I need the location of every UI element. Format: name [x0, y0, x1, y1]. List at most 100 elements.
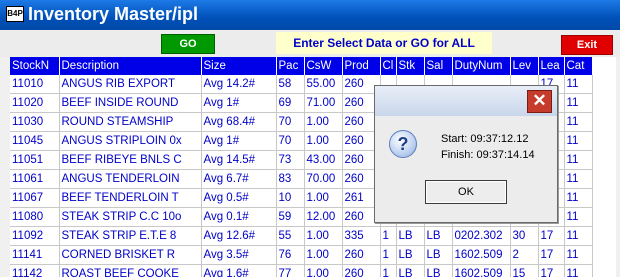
column-header-pac[interactable]: Pac — [276, 57, 305, 75]
table-cell[interactable]: 11 — [564, 226, 593, 246]
table-row[interactable]: 11141 CORNED BRISKET R Avg 3.5# 76 1.00 260 1 L… — [10, 245, 593, 265]
column-header-description[interactable]: Description — [59, 57, 202, 75]
table-cell[interactable]: 11141 — [10, 245, 60, 265]
exit-button[interactable]: Exit — [561, 35, 613, 55]
table-cell[interactable]: 58 — [276, 75, 305, 94]
table-cell[interactable]: Avg 12.6# — [201, 226, 277, 246]
table-cell[interactable]: 11045 — [10, 131, 60, 151]
table-cell[interactable]: 11 — [564, 245, 593, 265]
table-cell[interactable]: 70 — [276, 112, 305, 132]
table-cell[interactable]: 12.00 — [304, 207, 343, 227]
table-cell[interactable]: LB — [424, 245, 453, 265]
ok-button[interactable]: OK — [425, 180, 507, 204]
table-cell[interactable]: 2 — [510, 245, 539, 265]
table-cell[interactable]: 11 — [564, 264, 593, 277]
table-cell[interactable]: 11092 — [10, 226, 60, 246]
table-cell[interactable]: 30 — [510, 226, 539, 246]
table-cell[interactable]: 11 — [564, 169, 593, 189]
table-cell[interactable]: 70 — [276, 131, 305, 151]
table-cell[interactable]: 11010 — [10, 75, 60, 94]
table-cell[interactable]: STEAK STRIP C.C 10o — [59, 207, 202, 227]
table-cell[interactable]: BEEF TENDERLOIN T — [59, 188, 202, 208]
table-cell[interactable]: 17 — [538, 264, 565, 277]
table-cell[interactable]: 1.00 — [304, 245, 343, 265]
table-cell[interactable]: 1.00 — [304, 188, 343, 208]
table-cell[interactable]: 17 — [538, 245, 565, 265]
table-cell[interactable]: 11 — [564, 75, 593, 94]
table-cell[interactable]: 335 — [342, 226, 381, 246]
table-cell[interactable]: LB — [396, 245, 425, 265]
table-cell[interactable]: 260 — [342, 245, 381, 265]
table-cell[interactable]: 76 — [276, 245, 305, 265]
table-cell[interactable]: STEAK STRIP E.T.E 8 — [59, 226, 202, 246]
table-cell[interactable]: 1 — [380, 226, 397, 246]
close-button[interactable]: ✕ — [527, 90, 552, 113]
table-cell[interactable]: 17 — [538, 226, 565, 246]
table-cell[interactable]: 70.00 — [304, 169, 343, 189]
table-cell[interactable]: 11051 — [10, 150, 60, 170]
table-cell[interactable]: Avg 1# — [201, 131, 277, 151]
table-cell[interactable]: 11 — [564, 93, 593, 113]
table-row[interactable]: 11092 STEAK STRIP E.T.E 8 Avg 12.6# 55 1.00 3… — [10, 226, 593, 246]
column-header-cl[interactable]: Cl — [380, 57, 397, 75]
table-cell[interactable]: 1.00 — [304, 131, 343, 151]
table-cell[interactable]: 0202.302 — [452, 226, 511, 246]
table-cell[interactable]: ANGUS TENDERLOIN — [59, 169, 202, 189]
table-row[interactable]: 11142 ROAST BEEF COOKE Avg 1.6# 77 1.00 260 1 L… — [10, 264, 593, 277]
table-cell[interactable]: 11020 — [10, 93, 60, 113]
table-cell[interactable]: 260 — [342, 264, 381, 277]
column-header-prod[interactable]: Prod — [342, 57, 381, 75]
table-cell[interactable]: 59 — [276, 207, 305, 227]
table-cell[interactable]: 11067 — [10, 188, 60, 208]
table-cell[interactable]: 71.00 — [304, 93, 343, 113]
table-cell[interactable]: 43.00 — [304, 150, 343, 170]
table-cell[interactable]: Avg 0.5# — [201, 188, 277, 208]
table-cell[interactable]: Avg 14.2# — [201, 75, 277, 94]
column-header-stocknum[interactable]: StockN — [10, 57, 60, 75]
table-cell[interactable]: Avg 6.7# — [201, 169, 277, 189]
table-cell[interactable]: 1 — [380, 245, 397, 265]
table-cell[interactable]: ANGUS RIB EXPORT — [59, 75, 202, 94]
table-cell[interactable]: 11 — [564, 150, 593, 170]
table-cell[interactable]: 1.00 — [304, 112, 343, 132]
table-cell[interactable]: Avg 1.6# — [201, 264, 277, 277]
table-cell[interactable]: ROAST BEEF COOKE — [59, 264, 202, 277]
column-header-csw[interactable]: CsW — [304, 57, 343, 75]
table-cell[interactable]: Avg 1# — [201, 93, 277, 113]
table-cell[interactable]: CORNED BRISKET R — [59, 245, 202, 265]
table-cell[interactable]: LB — [396, 226, 425, 246]
column-header-stk[interactable]: Stk — [396, 57, 425, 75]
table-cell[interactable]: BEEF INSIDE ROUND — [59, 93, 202, 113]
table-cell[interactable]: Avg 68.4# — [201, 112, 277, 132]
table-cell[interactable]: LB — [424, 264, 453, 277]
column-header-cat[interactable]: Cat — [564, 57, 593, 75]
table-cell[interactable]: 11030 — [10, 112, 60, 132]
table-cell[interactable]: 11080 — [10, 207, 60, 227]
table-cell[interactable]: LB — [396, 264, 425, 277]
table-cell[interactable]: BEEF RIBEYE BNLS C — [59, 150, 202, 170]
table-cell[interactable]: 1 — [380, 264, 397, 277]
table-cell[interactable]: 11 — [564, 112, 593, 132]
table-cell[interactable]: 1.00 — [304, 264, 343, 277]
table-cell[interactable]: 15 — [510, 264, 539, 277]
table-cell[interactable]: 83 — [276, 169, 305, 189]
table-cell[interactable]: LB — [424, 226, 453, 246]
table-cell[interactable]: 77 — [276, 264, 305, 277]
table-cell[interactable]: 1602.509 — [452, 245, 511, 265]
table-cell[interactable]: ANGUS STRIPLOIN 0x — [59, 131, 202, 151]
table-cell[interactable]: 11 — [564, 207, 593, 227]
table-cell[interactable]: Avg 0.1# — [201, 207, 277, 227]
table-cell[interactable]: 1602.509 — [452, 264, 511, 277]
column-header-size[interactable]: Size — [201, 57, 277, 75]
table-cell[interactable]: 11 — [564, 188, 593, 208]
column-header-dutynum[interactable]: DutyNum — [452, 57, 511, 75]
table-cell[interactable]: 69 — [276, 93, 305, 113]
table-cell[interactable]: 11061 — [10, 169, 60, 189]
column-header-lev[interactable]: Lev — [510, 57, 539, 75]
column-header-sal[interactable]: Sal — [424, 57, 453, 75]
table-cell[interactable]: Avg 14.5# — [201, 150, 277, 170]
table-cell[interactable]: 11142 — [10, 264, 60, 277]
table-cell[interactable]: 10 — [276, 188, 305, 208]
table-cell[interactable]: Avg 3.5# — [201, 245, 277, 265]
table-cell[interactable]: 11 — [564, 131, 593, 151]
